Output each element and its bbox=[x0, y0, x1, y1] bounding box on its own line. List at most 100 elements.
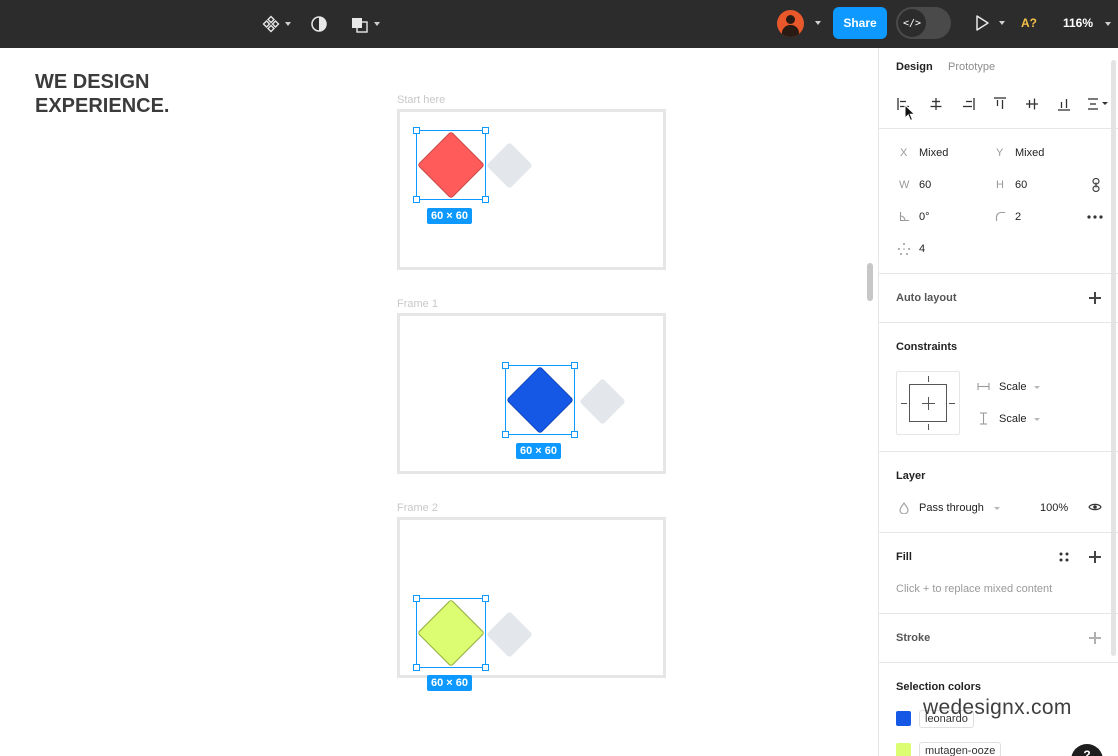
eye-icon[interactable] bbox=[1088, 502, 1102, 512]
chevron-down-icon[interactable] bbox=[1034, 386, 1040, 389]
x-field[interactable]: Mixed bbox=[919, 147, 948, 159]
resize-handle[interactable] bbox=[482, 196, 489, 203]
component-icon bbox=[262, 15, 280, 33]
constraint-left-line[interactable] bbox=[901, 403, 907, 404]
divider bbox=[879, 322, 1118, 323]
chevron-down-icon[interactable] bbox=[815, 21, 821, 25]
accessibility-check-button[interactable]: A? bbox=[1021, 16, 1037, 30]
color-swatch[interactable] bbox=[896, 711, 911, 726]
zoom-level[interactable]: 116% bbox=[1063, 16, 1093, 30]
mouse-cursor-icon bbox=[904, 104, 916, 122]
chevron-down-icon[interactable] bbox=[994, 507, 1000, 510]
watermark: wedesignx.com bbox=[923, 696, 1072, 719]
resize-handle[interactable] bbox=[482, 664, 489, 671]
selection-box bbox=[413, 595, 489, 671]
w-label: W bbox=[899, 179, 910, 191]
styles-grid-icon[interactable] bbox=[1059, 552, 1069, 562]
width-field[interactable]: 60 bbox=[919, 179, 931, 191]
frame-2[interactable] bbox=[397, 517, 666, 678]
play-icon[interactable] bbox=[974, 14, 990, 32]
blend-mode-select[interactable]: Pass through bbox=[919, 502, 984, 514]
align-horizontal-center-icon[interactable] bbox=[928, 96, 944, 112]
add-fill-icon[interactable] bbox=[1089, 551, 1101, 563]
selected-diamond[interactable] bbox=[413, 595, 489, 671]
resize-handle[interactable] bbox=[413, 595, 420, 602]
constraint-bottom-line[interactable] bbox=[928, 424, 929, 430]
panel-scrollbar[interactable] bbox=[1111, 60, 1116, 656]
height-field[interactable]: 60 bbox=[1015, 179, 1027, 191]
chevron-down-icon bbox=[374, 22, 380, 26]
auto-layout-title: Auto layout bbox=[896, 292, 957, 304]
canvas-scrollbar[interactable] bbox=[867, 263, 873, 301]
vertical-constraint-select[interactable]: Scale bbox=[999, 413, 1027, 425]
canvas[interactable]: WE DESIGN EXPERIENCE. Start here 60 × 60… bbox=[0, 48, 878, 756]
fill-title: Fill bbox=[896, 551, 912, 563]
shapes-menu[interactable] bbox=[351, 12, 380, 36]
divider bbox=[879, 128, 1118, 129]
divider bbox=[879, 613, 1118, 614]
color-swatch[interactable] bbox=[896, 743, 911, 756]
components-menu[interactable] bbox=[262, 12, 291, 36]
y-field[interactable]: Mixed bbox=[1015, 147, 1044, 159]
frame-1[interactable]: 60 × 60 bbox=[397, 313, 666, 474]
stroke-title: Stroke bbox=[896, 632, 931, 644]
layer-opacity-field[interactable]: 100% bbox=[1040, 502, 1068, 514]
chevron-down-icon[interactable] bbox=[999, 21, 1005, 25]
ghost-diamond bbox=[579, 378, 626, 425]
add-stroke-icon[interactable] bbox=[1089, 632, 1101, 644]
align-vertical-center-icon[interactable] bbox=[1024, 96, 1040, 112]
chevron-down-icon bbox=[285, 22, 291, 26]
constraint-widget[interactable] bbox=[896, 371, 960, 435]
chevron-down-icon[interactable] bbox=[1102, 102, 1108, 105]
divider bbox=[879, 273, 1118, 274]
share-button[interactable]: Share bbox=[833, 7, 887, 39]
frame-label[interactable]: Frame 2 bbox=[397, 502, 438, 514]
more-options-icon[interactable] bbox=[1087, 215, 1103, 219]
selection-box bbox=[502, 362, 578, 438]
chevron-down-icon[interactable] bbox=[1105, 22, 1111, 26]
user-avatar[interactable] bbox=[777, 10, 804, 37]
resize-handle[interactable] bbox=[482, 595, 489, 602]
resize-handle[interactable] bbox=[571, 431, 578, 438]
resize-handle[interactable] bbox=[502, 362, 509, 369]
brand-title: WE DESIGN EXPERIENCE. bbox=[35, 71, 170, 117]
align-top-icon[interactable] bbox=[992, 96, 1008, 112]
points-icon bbox=[898, 243, 910, 255]
constrain-proportions-icon[interactable] bbox=[1091, 177, 1101, 193]
horizontal-constraint-select[interactable]: Scale bbox=[999, 381, 1027, 393]
constraint-right-line[interactable] bbox=[949, 403, 955, 404]
resize-handle[interactable] bbox=[413, 664, 420, 671]
align-bottom-icon[interactable] bbox=[1056, 96, 1072, 112]
selection-box bbox=[413, 127, 489, 203]
x-label: X bbox=[900, 147, 908, 159]
rotation-icon bbox=[899, 212, 909, 222]
selection-colors-title: Selection colors bbox=[896, 681, 981, 693]
resize-handle[interactable] bbox=[413, 127, 420, 134]
color-style-chip[interactable]: mutagen-ooze bbox=[919, 742, 1002, 756]
selected-diamond[interactable] bbox=[502, 362, 578, 438]
frame-label[interactable]: Frame 1 bbox=[397, 298, 438, 310]
selected-diamond[interactable] bbox=[413, 127, 489, 203]
distribute-icon[interactable] bbox=[1086, 96, 1102, 112]
vertical-constraint-icon bbox=[980, 412, 987, 425]
corner-radius-field[interactable]: 2 bbox=[1015, 211, 1021, 223]
add-auto-layout-icon[interactable] bbox=[1089, 292, 1101, 304]
resize-handle[interactable] bbox=[413, 196, 420, 203]
resize-handle[interactable] bbox=[502, 431, 509, 438]
divider bbox=[879, 451, 1118, 452]
tab-prototype[interactable]: Prototype bbox=[948, 61, 995, 73]
tab-design[interactable]: Design bbox=[896, 61, 933, 73]
resize-handle[interactable] bbox=[482, 127, 489, 134]
dev-mode-toggle[interactable]: </> bbox=[896, 7, 951, 39]
rotation-field[interactable]: 0° bbox=[919, 211, 930, 223]
resize-handle[interactable] bbox=[571, 362, 578, 369]
theme-toggle[interactable] bbox=[310, 12, 328, 36]
frame-start-here[interactable]: 60 × 60 bbox=[397, 109, 666, 270]
constraint-center-v[interactable] bbox=[928, 397, 929, 410]
frame-label[interactable]: Start here bbox=[397, 94, 445, 106]
code-icon: </> bbox=[898, 9, 926, 37]
align-right-icon[interactable] bbox=[960, 96, 976, 112]
constraint-top-line[interactable] bbox=[928, 376, 929, 382]
chevron-down-icon[interactable] bbox=[1034, 418, 1040, 421]
point-count-field[interactable]: 4 bbox=[919, 243, 925, 255]
